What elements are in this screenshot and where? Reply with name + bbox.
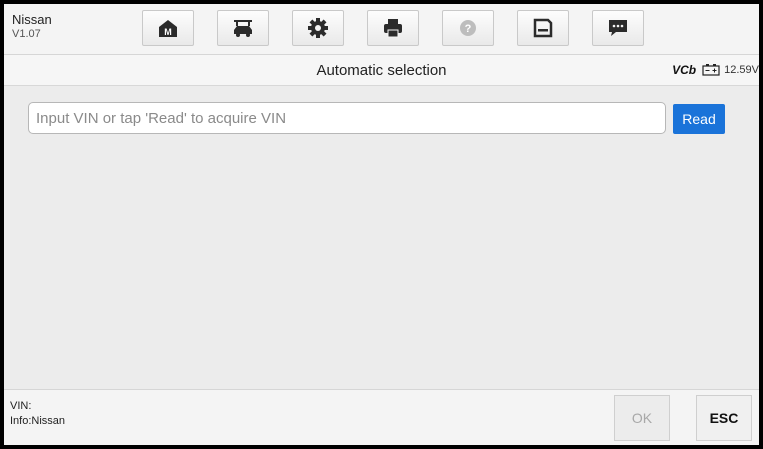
connection-status: VCb 12.59V <box>672 63 759 77</box>
svg-text:?: ? <box>465 23 472 35</box>
settings-gear-icon <box>308 18 328 38</box>
printer-icon <box>384 19 402 38</box>
home-button[interactable]: M <box>142 10 194 46</box>
ok-button[interactable]: OK <box>614 395 670 441</box>
vcb-indicator: VCb <box>672 63 697 77</box>
esc-button[interactable]: ESC <box>696 395 752 441</box>
save-icon <box>533 18 553 38</box>
vehicle-lift-icon <box>234 20 252 37</box>
battery-icon <box>702 64 720 76</box>
svg-text:M: M <box>164 27 172 37</box>
software-version: V1.07 <box>12 28 41 40</box>
data-logging-button[interactable] <box>592 10 644 46</box>
save-button[interactable] <box>517 10 569 46</box>
top-toolbar: Nissan V1.07 M ? <box>4 4 759 55</box>
vin-label: VIN: <box>10 400 32 412</box>
data-logging-icon <box>609 20 627 36</box>
bottom-bar: VIN: Info:Nissan OK ESC <box>4 389 759 445</box>
settings-button[interactable] <box>292 10 344 46</box>
help-button[interactable]: ? <box>442 10 494 46</box>
vin-input[interactable] <box>28 102 666 134</box>
vehicle-make: Nissan <box>12 12 52 27</box>
read-vin-button[interactable]: Read <box>673 104 725 134</box>
vehicle-menu-button[interactable] <box>217 10 269 46</box>
vehicle-summary: VIN: Info:Nissan <box>10 399 65 429</box>
battery-voltage: 12.59V <box>724 64 759 76</box>
print-button[interactable] <box>367 10 419 46</box>
info-label: Info:Nissan <box>10 415 66 427</box>
home-icon: M <box>159 20 177 37</box>
vehicle-info: Nissan V1.07 <box>12 12 52 41</box>
help-icon: ? <box>460 20 476 36</box>
title-bar: Automatic selection VCb 12.59V <box>4 55 759 86</box>
page-title: Automatic selection <box>316 62 447 79</box>
app-window: Nissan V1.07 M ? Automatic selection VCb… <box>4 4 759 445</box>
